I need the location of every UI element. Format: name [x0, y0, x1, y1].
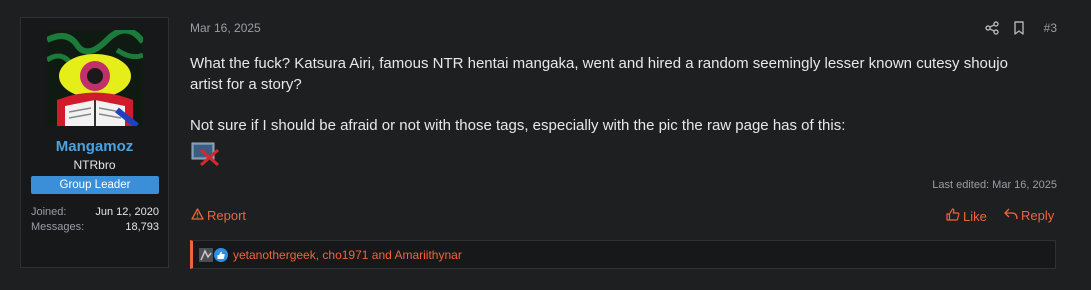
thumbs-up-icon [946, 208, 960, 224]
post-number[interactable]: #3 [1044, 21, 1057, 35]
messages-label: Messages: [31, 221, 85, 233]
username[interactable]: Mangamoz [21, 138, 168, 155]
joined-label: Joined: [31, 206, 67, 218]
user-banner: Group Leader [31, 176, 159, 194]
user-panel: Mangamoz NTRbro Group Leader Joined: Jun… [20, 17, 169, 268]
warning-icon [191, 208, 204, 223]
user-title: NTRbro [73, 158, 116, 172]
reply-button[interactable]: Reply [1004, 208, 1054, 223]
reactions-users[interactable]: yetanothergeek, cho1971 and Amariithynar [233, 248, 462, 262]
avatar[interactable] [47, 30, 143, 126]
post-date[interactable]: Mar 16, 2025 [190, 21, 261, 35]
bookmark-icon[interactable] [1012, 21, 1028, 37]
reply-label: Reply [1021, 208, 1055, 223]
reply-icon [1004, 208, 1018, 223]
post-paragraph-1: What the fuck? Katsura Airi, famous NTR … [190, 55, 1008, 93]
post-paragraph-2: Not sure if I should be afraid or not wi… [190, 117, 846, 134]
like-label: Like [963, 208, 987, 224]
report-label: Report [207, 208, 247, 223]
last-edited: Last edited: Mar 16, 2025 [932, 179, 1057, 191]
like-button[interactable]: Like [946, 208, 987, 224]
report-button[interactable]: Report [191, 208, 246, 223]
post-container: Mangamoz NTRbro Group Leader Joined: Jun… [0, 0, 1091, 290]
joined-value: Jun 12, 2020 [95, 206, 159, 218]
reactions-bar: yetanothergeek, cho1971 and Amariithynar [190, 240, 1056, 269]
share-icon[interactable] [985, 21, 1001, 37]
like-reaction-icon[interactable] [199, 247, 229, 263]
post-body: What the fuck? Katsura Airi, famous NTR … [190, 53, 1020, 95]
messages-value[interactable]: 18,793 [125, 221, 159, 233]
broken-image-icon[interactable] [191, 140, 221, 167]
